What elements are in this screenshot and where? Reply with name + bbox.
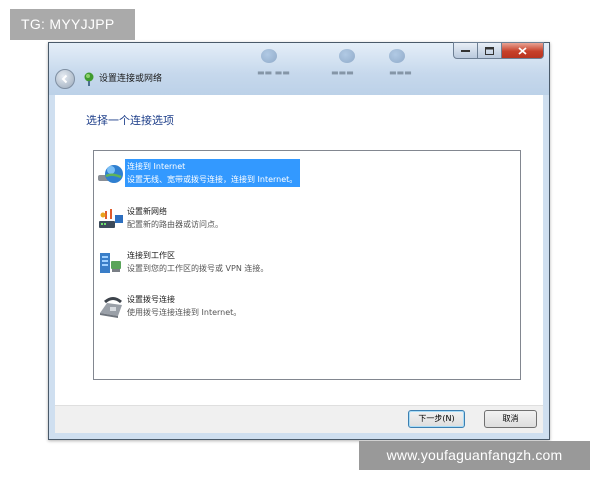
option-description: 配置新的路由器或访问点。 — [127, 220, 223, 229]
workplace-icon — [100, 253, 121, 273]
tg-tag-overlay: TG: MYYJJPP — [10, 9, 135, 40]
url-watermark: www.youfaguanfangzh.com — [359, 441, 590, 470]
background-blur-text: ▬▬▬ — [389, 68, 412, 77]
dialog-footer: 下一步(N) 取消 — [55, 405, 543, 433]
back-arrow-icon[interactable] — [55, 69, 75, 89]
option-dialup[interactable]: 设置拨号连接 使用拨号连接连接到 Internet。 — [94, 290, 520, 326]
next-button[interactable]: 下一步(N) — [408, 410, 465, 428]
option-description: 使用拨号连接连接到 Internet。 — [127, 308, 242, 317]
option-description: 设置到您的工作区的拨号或 VPN 连接。 — [127, 264, 269, 273]
dialog-content: 选择一个连接选项 连接到 Internet 设置无线、宽带或拨号连接，连接到 I… — [55, 95, 543, 405]
option-title: 连接到工作区 — [127, 251, 175, 260]
background-blur-text: ▬▬▬ — [331, 68, 354, 77]
window-controls — [453, 42, 544, 60]
phone-modem-icon — [100, 297, 122, 318]
cancel-button[interactable]: 取消 — [484, 410, 537, 428]
network-setup-window: ▬▬ ▬▬ ▬▬▬ ▬▬▬ 设置连接或网络 选择一个连接选项 连接到 Inter… — [48, 42, 550, 440]
network-setup-icon — [84, 72, 94, 86]
background-window-icon — [339, 49, 355, 63]
option-text: 设置拨号连接 使用拨号连接连接到 Internet。 — [125, 292, 244, 320]
option-text: 连接到工作区 设置到您的工作区的拨号或 VPN 连接。 — [125, 248, 271, 276]
option-title: 设置拨号连接 — [127, 295, 175, 304]
background-window-icon — [389, 49, 405, 63]
close-icon[interactable] — [502, 42, 544, 59]
globe-icon — [98, 165, 123, 183]
minimize-icon[interactable] — [453, 42, 478, 59]
option-connect-internet[interactable]: 连接到 Internet 设置无线、宽带或拨号连接，连接到 Internet。 — [94, 157, 520, 193]
option-description: 设置无线、宽带或拨号连接，连接到 Internet。 — [127, 175, 298, 184]
router-icon — [99, 209, 123, 228]
background-blur-text: ▬▬ ▬▬ — [257, 68, 290, 77]
window-title: 设置连接或网络 — [99, 74, 163, 84]
option-workplace[interactable]: 连接到工作区 设置到您的工作区的拨号或 VPN 连接。 — [94, 246, 520, 282]
page-heading: 选择一个连接选项 — [86, 114, 174, 127]
background-window-icon — [261, 49, 277, 63]
option-text: 连接到 Internet 设置无线、宽带或拨号连接，连接到 Internet。 — [125, 159, 301, 187]
option-text: 设置新网络 配置新的路由器或访问点。 — [125, 204, 226, 232]
connection-options-list: 连接到 Internet 设置无线、宽带或拨号连接，连接到 Internet。 … — [93, 150, 521, 380]
maximize-icon[interactable] — [478, 42, 502, 59]
option-title: 设置新网络 — [127, 207, 167, 216]
option-title: 连接到 Internet — [127, 162, 186, 171]
option-new-network[interactable]: 设置新网络 配置新的路由器或访问点。 — [94, 202, 520, 238]
title-bar: ▬▬ ▬▬ ▬▬▬ ▬▬▬ 设置连接或网络 — [49, 42, 549, 95]
